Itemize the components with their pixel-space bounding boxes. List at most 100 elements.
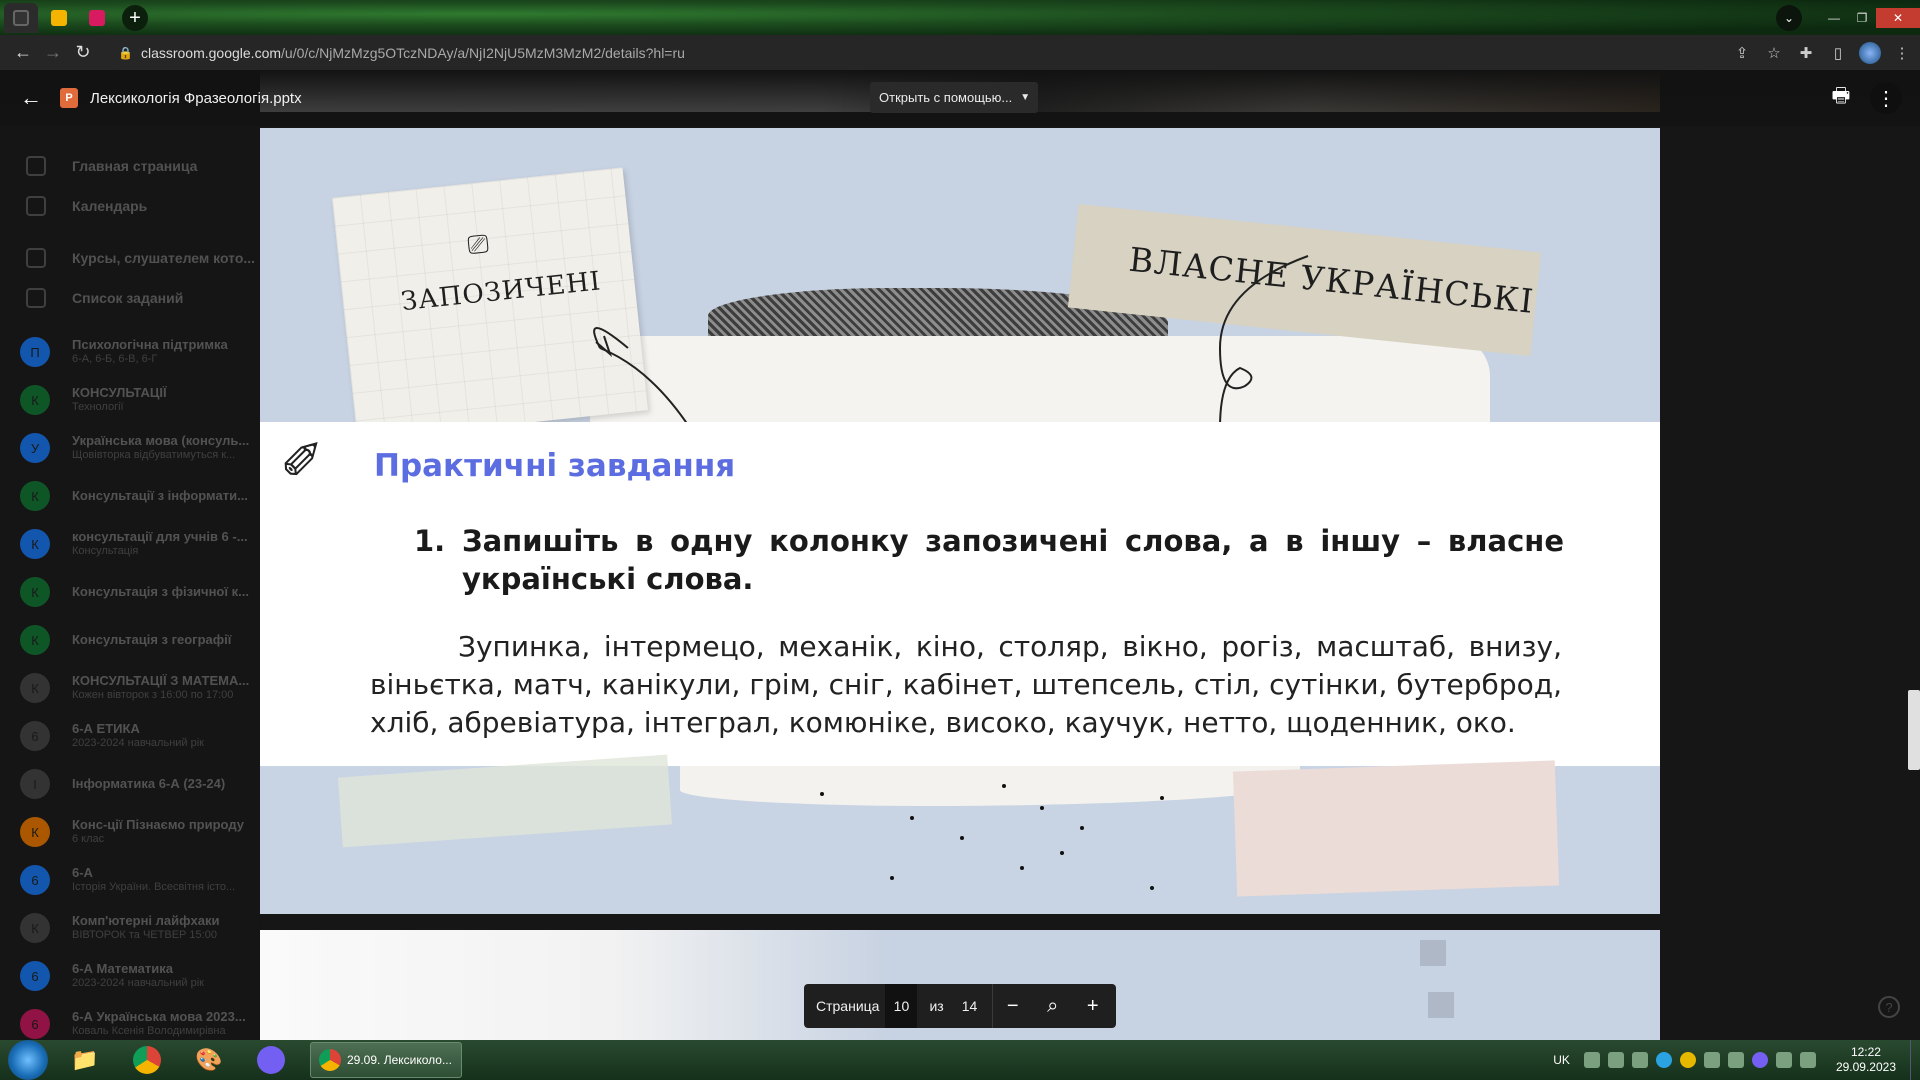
- page-label: Страница: [816, 998, 880, 1014]
- file-viewer-header: ← P Лексикологія Фразеологія.pptx Открыт…: [0, 70, 1920, 126]
- window-controls: ⌄ — ❐ ✕: [1776, 0, 1920, 35]
- page-total: 14: [961, 998, 978, 1014]
- tab-search-button[interactable]: ⌄: [1776, 4, 1802, 31]
- tab-3[interactable]: [80, 3, 114, 33]
- pink-paper-decoration: [1232, 760, 1560, 897]
- profile-avatar[interactable]: [1858, 41, 1882, 65]
- chrome-icon[interactable]: [122, 1042, 172, 1078]
- ink-dot: [1080, 826, 1084, 830]
- zoom-out-button[interactable]: −: [993, 984, 1033, 1028]
- open-with-label: Открыть с помощью...: [879, 90, 1013, 105]
- paint-icon[interactable]: 🎨: [184, 1042, 234, 1078]
- start-button[interactable]: [8, 1040, 48, 1080]
- arrowhead-left: [595, 335, 613, 358]
- system-tray: UK 12:22 29.09.2023: [1553, 1040, 1920, 1080]
- arrow-curve-right: [1218, 255, 1309, 428]
- windows-taskbar: 📁 🎨 29.09. Лексиколо... UK 12:22 29.09.2…: [0, 1040, 1920, 1080]
- toolbar-icons: ⇪ ☆ ✚ ▯ ⋮: [1730, 35, 1914, 70]
- input-language[interactable]: UK: [1553, 1053, 1570, 1067]
- magnifier-icon: ⌕: [1047, 994, 1059, 1017]
- close-viewer-back-button[interactable]: ←: [14, 81, 48, 115]
- page-of-label: из: [929, 998, 944, 1014]
- ink-dot: [820, 792, 824, 796]
- task-content-band: ✐ Практичні завдання 1. Запишіть в одну …: [260, 422, 1660, 766]
- clock[interactable]: 12:22 29.09.2023: [1836, 1045, 1896, 1075]
- url-host: classroom.google.com: [140, 44, 282, 61]
- show-desktop-button[interactable]: [1910, 1040, 1920, 1080]
- taskbar-chrome-window[interactable]: 29.09. Лексиколо...: [310, 1042, 462, 1078]
- extensions-icon[interactable]: ✚: [1794, 41, 1818, 65]
- print-button[interactable]: 🖶: [1826, 84, 1856, 112]
- security-icon[interactable]: [1679, 1052, 1696, 1068]
- slide-page-10: ⎚ ЗАПОЗИЧЕНІ ВЛАСНЕ УКРАЇНСЬКІ ✐ Практич…: [260, 128, 1660, 914]
- ink-dot: [1020, 866, 1024, 870]
- open-with-button[interactable]: Открыть с помощью... ▼: [870, 82, 1038, 113]
- page-scrollbar[interactable]: [1908, 690, 1920, 770]
- viber-icon[interactable]: [246, 1042, 296, 1078]
- minimize-button[interactable]: —: [1820, 8, 1848, 28]
- volume-icon[interactable]: [1775, 1052, 1792, 1068]
- bottom-collage: [260, 754, 1660, 914]
- browser-menu-icon[interactable]: ⋮: [1890, 41, 1914, 65]
- close-window-button[interactable]: ✕: [1876, 7, 1920, 28]
- word-list-paragraph: Зупинка, інтермецо, механік, кіно, столя…: [370, 630, 1562, 739]
- reload-button[interactable]: ↻: [68, 38, 98, 68]
- zoom-in-button[interactable]: +: [1073, 984, 1113, 1028]
- file-explorer-icon[interactable]: 📁: [60, 1042, 110, 1078]
- classroom-favicon-icon: [51, 9, 67, 26]
- notifications-icon[interactable]: [1799, 1052, 1816, 1068]
- ink-dot: [910, 816, 914, 820]
- drive-icon[interactable]: [1631, 1052, 1648, 1068]
- ink-dot: [1060, 851, 1064, 855]
- section-title: Практичні завдання: [374, 448, 736, 484]
- side-panel-icon[interactable]: ▯: [1826, 41, 1850, 65]
- url-path: /u/0/c/NjMzMzg5OTczNDAy/a/NjI2NjU5MzM3Mz…: [281, 44, 685, 61]
- restore-button[interactable]: ❐: [1848, 8, 1876, 28]
- ink-dot: [890, 876, 894, 880]
- slides-favicon-icon: [89, 9, 105, 26]
- more-actions-button[interactable]: ⋮: [1870, 82, 1902, 114]
- zoom-reset-button[interactable]: ⌕: [1033, 984, 1073, 1028]
- bookmark-star-icon[interactable]: ☆: [1762, 41, 1786, 65]
- share-icon[interactable]: ⇪: [1730, 41, 1754, 65]
- help-icon[interactable]: ?: [1878, 996, 1900, 1018]
- ink-dot: [1150, 886, 1154, 890]
- lock-icon: 🔒: [118, 45, 133, 60]
- printer-icon: 🖶: [1831, 85, 1851, 107]
- tab-2[interactable]: [42, 3, 76, 33]
- ink-dot: [1160, 796, 1164, 800]
- task-text: Запишіть в одну колонку запозичені слова…: [462, 524, 1564, 596]
- square-decoration: [1428, 992, 1454, 1018]
- hand-drawn-arrows: [593, 255, 1309, 428]
- square-decoration: [1420, 940, 1446, 966]
- profile-icon: [1859, 41, 1881, 64]
- arrow-curve-left: [593, 327, 691, 428]
- address-bar: ← → ↻ 🔒 classroom.google.com/u/0/c/NjMzM…: [0, 35, 1920, 70]
- display-icon[interactable]: [1703, 1052, 1720, 1068]
- url-input[interactable]: 🔒 classroom.google.com/u/0/c/NjMzMzg5OTc…: [108, 38, 1703, 67]
- network-icon[interactable]: [1607, 1052, 1624, 1068]
- browser-tab-strip: + ⌄ — ❐ ✕: [0, 0, 1920, 35]
- chrome-window-icon: [319, 1049, 341, 1071]
- page-controls: Страница 10 из 14 − ⌕ +: [804, 984, 1116, 1028]
- tab-1[interactable]: [4, 2, 38, 33]
- page-number-input[interactable]: 10: [885, 984, 918, 1028]
- back-button[interactable]: ←: [8, 38, 38, 68]
- telegram-icon[interactable]: [1655, 1052, 1672, 1068]
- ink-dot: [1002, 784, 1006, 788]
- ink-dot: [1040, 806, 1044, 810]
- pptx-file-icon: P: [60, 88, 78, 108]
- flag-icon[interactable]: [1727, 1052, 1744, 1068]
- clock-time: 12:22: [1850, 1045, 1881, 1059]
- tab-favicon-icon: [13, 9, 29, 26]
- forward-button[interactable]: →: [38, 38, 68, 68]
- task-item: 1. Запишіть в одну колонку запозичені сл…: [414, 522, 1564, 598]
- new-tab-button[interactable]: +: [122, 4, 148, 31]
- taskbar-window-title: 29.09. Лексиколо...: [347, 1053, 452, 1067]
- keyboard-icon[interactable]: [1583, 1052, 1600, 1068]
- more-vert-icon: ⋮: [1876, 87, 1896, 110]
- viber-tray-icon[interactable]: [1751, 1052, 1768, 1068]
- grid-paper-decoration: [337, 754, 673, 848]
- caret-down-icon: ▼: [1020, 92, 1031, 103]
- file-name: Лексикологія Фразеологія.pptx: [90, 89, 302, 107]
